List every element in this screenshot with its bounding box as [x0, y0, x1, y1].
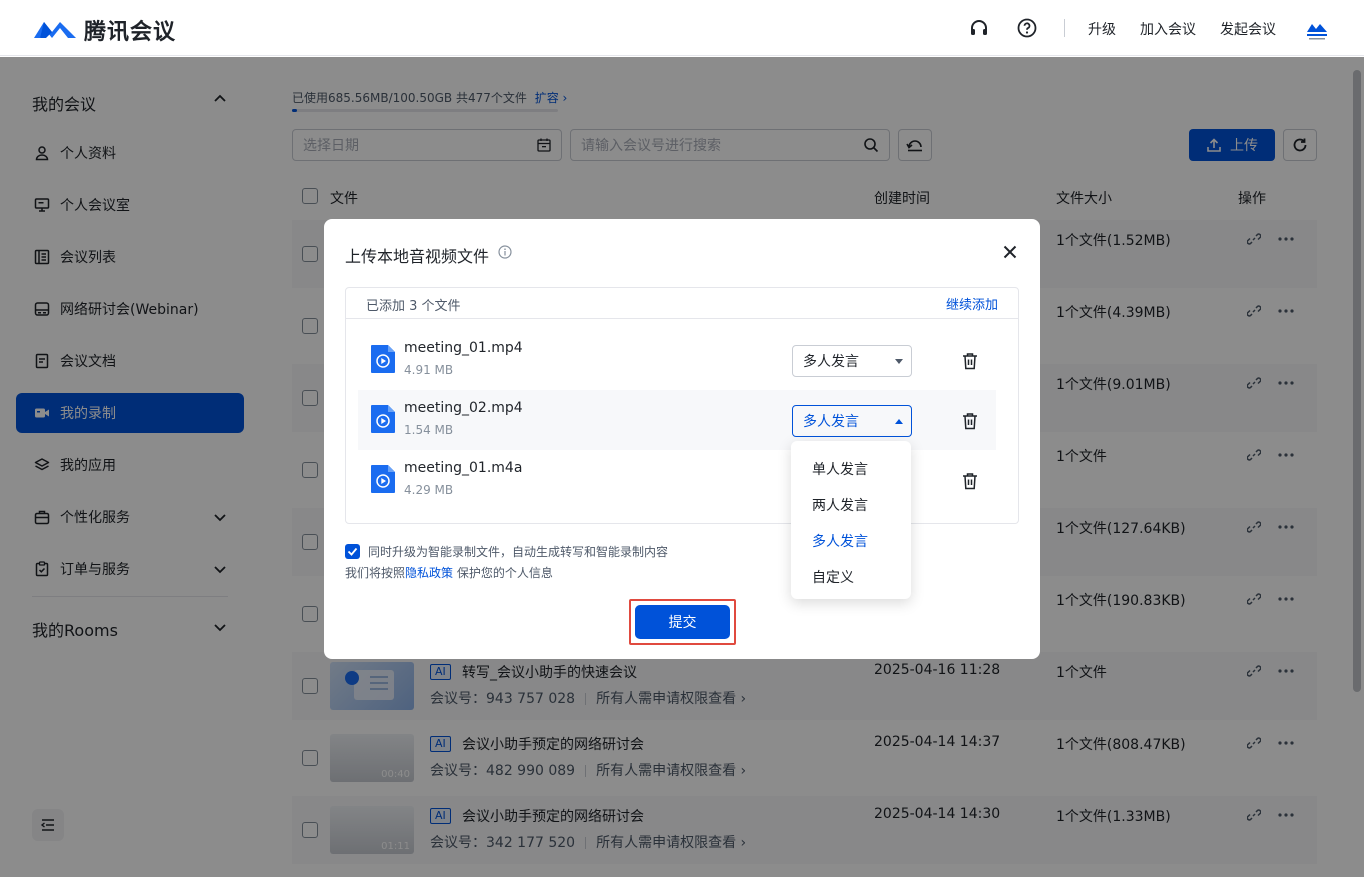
header-divider — [1064, 19, 1065, 37]
agreement-text: 同时升级为智能录制文件，自动生成转写和智能录制内容 — [368, 545, 669, 559]
close-icon[interactable] — [1001, 243, 1019, 261]
video-file-icon — [371, 405, 395, 433]
file-size: 4.29 MB — [404, 483, 454, 497]
file-list-header: 已添加 3 个文件 继续添加 — [346, 288, 1018, 319]
file-list: 已添加 3 个文件 继续添加 meeting_01.mp4 4.91 MB 多人… — [345, 287, 1019, 524]
info-icon[interactable] — [498, 245, 512, 259]
privacy-notice: 我们将按照隐私政策 保护您的个人信息 — [345, 564, 553, 581]
dropdown-option-two[interactable]: 两人发言 — [812, 495, 868, 515]
added-count: 已添加 3 个文件 — [366, 299, 461, 314]
select-value: 多人发言 — [803, 414, 859, 430]
submit-label: 提交 — [668, 615, 697, 631]
dropdown-option-multi[interactable]: 多人发言 — [812, 531, 868, 551]
privacy-prefix: 我们将按照 — [345, 566, 406, 580]
help-icon[interactable] — [1016, 17, 1038, 39]
trash-icon[interactable] — [962, 412, 978, 430]
submit-highlight-box: 提交 — [629, 599, 736, 645]
dropdown-option-single[interactable]: 单人发言 — [812, 459, 868, 479]
dialog-title: 上传本地音视频文件 — [345, 247, 490, 266]
tencent-meeting-logo-icon — [34, 22, 76, 38]
privacy-policy-link[interactable]: 隐私政策 — [405, 566, 453, 580]
caret-down-icon — [895, 359, 903, 364]
caret-up-icon — [895, 419, 903, 424]
upgrade-agreement[interactable]: 同时升级为智能录制文件，自动生成转写和智能录制内容 — [345, 543, 668, 560]
file-item: meeting_01.mp4 4.91 MB 多人发言 — [358, 330, 996, 390]
upgrade-link[interactable]: 升级 — [1088, 19, 1116, 39]
agreement-checkbox[interactable] — [345, 544, 360, 559]
file-size: 4.91 MB — [404, 363, 454, 377]
start-meeting-link[interactable]: 发起会议 — [1220, 19, 1276, 39]
speaker-mode-select[interactable]: 多人发言 — [792, 405, 912, 437]
speaker-mode-select[interactable]: 多人发言 — [792, 345, 912, 377]
file-name: meeting_01.mp4 — [404, 340, 523, 356]
video-file-icon — [371, 345, 395, 373]
app-title: 腾讯会议 — [84, 20, 177, 45]
submit-button[interactable]: 提交 — [635, 605, 730, 639]
headset-icon[interactable] — [968, 17, 990, 39]
speaker-mode-dropdown: 单人发言 两人发言 多人发言 自定义 — [791, 441, 911, 599]
checkmark-icon — [347, 547, 358, 556]
audio-file-icon — [371, 465, 395, 493]
join-meeting-link[interactable]: 加入会议 — [1140, 19, 1196, 39]
trash-icon[interactable] — [962, 352, 978, 370]
trash-icon[interactable] — [962, 472, 978, 490]
file-name: meeting_02.mp4 — [404, 400, 523, 416]
select-value: 多人发言 — [803, 354, 859, 370]
file-name: meeting_01.m4a — [404, 460, 523, 476]
upload-dialog: 上传本地音视频文件 已添加 3 个文件 继续添加 meeting_01.mp4 … — [324, 219, 1040, 659]
top-header: 腾讯会议 升级 加入会议 发起会议 — [0, 0, 1364, 56]
file-size: 1.54 MB — [404, 423, 454, 437]
user-avatar[interactable] — [1304, 16, 1330, 42]
continue-add-link[interactable]: 继续添加 — [946, 294, 998, 313]
dropdown-option-custom[interactable]: 自定义 — [812, 567, 854, 587]
privacy-suffix: 保护您的个人信息 — [456, 566, 553, 580]
app-logo[interactable]: 腾讯会议 — [32, 14, 176, 46]
